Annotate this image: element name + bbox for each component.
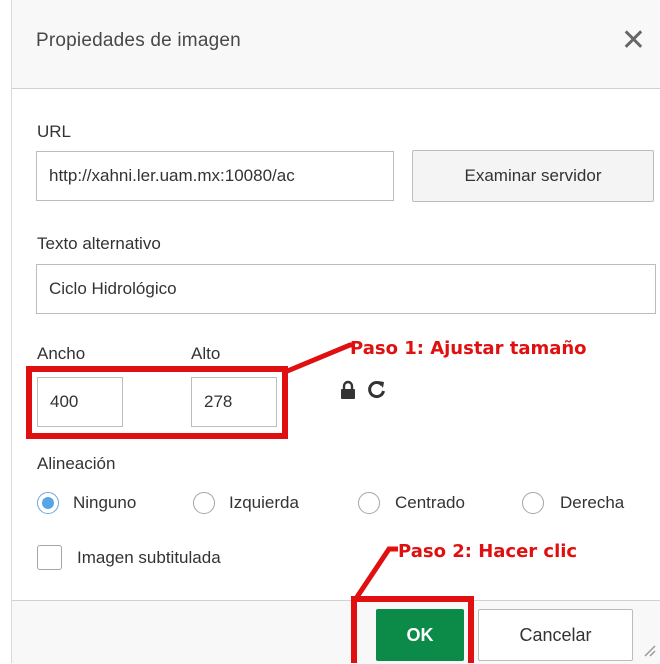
radio-none[interactable] (37, 492, 59, 514)
close-icon[interactable]: ✕ (621, 26, 646, 56)
height-input[interactable]: 278 (191, 377, 277, 427)
radio-center-label[interactable]: Centrado (395, 493, 465, 513)
caption-checkbox[interactable] (37, 545, 62, 570)
width-input[interactable]: 400 (37, 377, 123, 427)
alignment-label: Alineación (37, 454, 116, 473)
annotation-step1-line (284, 342, 352, 375)
lock-icon[interactable] (340, 380, 356, 400)
image-properties-dialog: Propiedades de imagen ✕ URL http://xahni… (0, 0, 660, 664)
ok-button[interactable]: OK (376, 609, 464, 661)
dialog-titlebar[interactable]: Propiedades de imagen ✕ (12, 0, 660, 89)
radio-right[interactable] (522, 492, 544, 514)
alt-text-input[interactable]: Ciclo Hidrológico (36, 264, 656, 314)
radio-center[interactable] (358, 492, 380, 514)
url-input[interactable]: http://xahni.ler.uam.mx:10080/ac (36, 151, 394, 201)
radio-left-label[interactable]: Izquierda (229, 493, 299, 513)
height-label: Alto (191, 344, 221, 363)
annotation-step1: Paso 1: Ajustar tamaño (350, 338, 587, 359)
alt-text-label: Texto alternativo (37, 234, 161, 253)
radio-left[interactable] (193, 492, 215, 514)
cancel-button[interactable]: Cancelar (478, 609, 633, 661)
radio-right-label[interactable]: Derecha (560, 493, 624, 513)
resize-grip-icon[interactable] (642, 643, 656, 657)
browse-server-button[interactable]: Examinar servidor (412, 150, 654, 202)
width-label: Ancho (37, 344, 86, 363)
url-label: URL (37, 122, 72, 141)
size-controls (340, 380, 386, 406)
page-edge (0, 0, 12, 663)
annotation-step2: Paso 2: Hacer clic (398, 541, 578, 562)
dialog-title: Propiedades de imagen (36, 30, 241, 51)
annotation-step2-line (354, 546, 398, 599)
reset-icon[interactable] (367, 380, 386, 400)
caption-label[interactable]: Imagen subtitulada (77, 548, 221, 568)
radio-none-label[interactable]: Ninguno (73, 493, 136, 513)
